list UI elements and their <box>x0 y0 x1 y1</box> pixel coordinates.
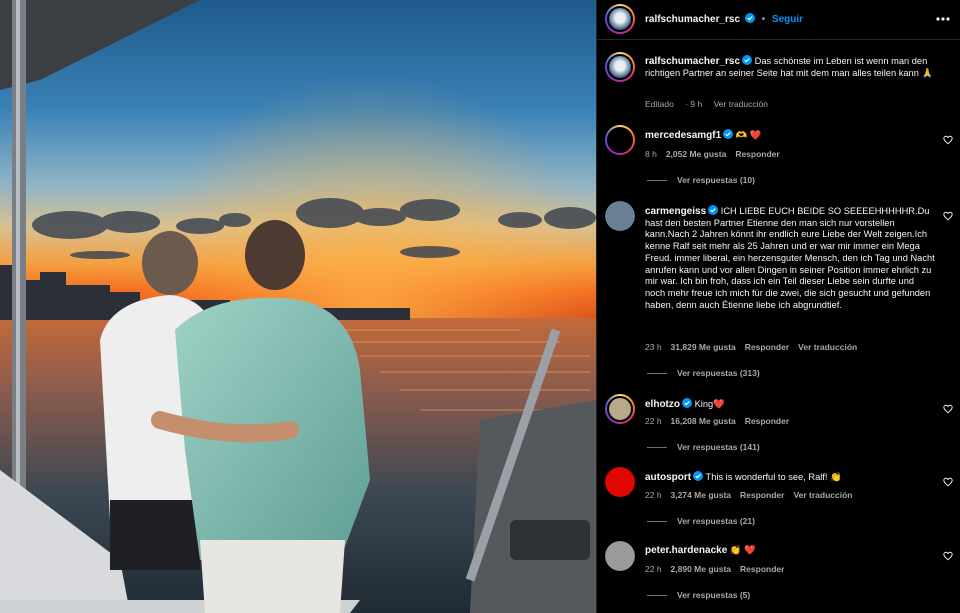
comment-body: 🫶 ❤️ <box>735 130 762 140</box>
reply-button[interactable]: Responder <box>740 490 784 500</box>
caption-avatar[interactable] <box>605 52 635 82</box>
view-replies-label[interactable]: Ver respuestas (5) <box>677 590 750 600</box>
reply-button[interactable]: Responder <box>740 564 784 574</box>
post-photo[interactable] <box>0 0 596 613</box>
verified-badge-icon <box>742 55 753 65</box>
post-header: ralfschumacher_rsc • Seguir <box>597 0 960 40</box>
replies-divider <box>647 595 667 597</box>
translate-link[interactable]: Ver traducción <box>798 342 857 352</box>
comment-body: This is wonderful to see, Ralf! 👏 <box>705 472 842 482</box>
heart-icon[interactable] <box>943 404 953 414</box>
comment-meta: 22 h 3,274 Me gusta Responder Ver traducció… <box>645 490 862 500</box>
caption-time: 9 h <box>690 99 703 109</box>
heart-icon[interactable] <box>943 477 953 487</box>
replies-divider <box>647 521 667 523</box>
caption-meta: Editado · 9 h Ver traducción <box>645 99 768 109</box>
caption-username[interactable]: ralfschumacher_rsc <box>645 56 740 67</box>
comment-time: 22 h <box>645 416 662 426</box>
likes-count[interactable]: 31,829 Me gusta <box>671 342 736 352</box>
comment-time: 22 h <box>645 490 662 500</box>
view-replies-button[interactable]: Ver respuestas (10) <box>647 175 755 185</box>
comment-text: autosport This is wonderful to see, Ralf… <box>645 471 935 484</box>
heart-icon[interactable] <box>943 551 953 561</box>
comment-body: 👏 ❤️ <box>729 545 756 555</box>
likes-count[interactable]: 2,890 Me gusta <box>671 564 731 574</box>
view-replies-label[interactable]: Ver respuestas (21) <box>677 516 755 526</box>
reply-button[interactable]: Responder <box>735 149 779 159</box>
verified-badge-icon <box>744 13 755 23</box>
view-replies-label[interactable]: Ver respuestas (10) <box>677 175 755 185</box>
comment-avatar[interactable] <box>605 467 635 497</box>
comment-username[interactable]: peter.hardenacke <box>645 545 727 556</box>
comment-meta: 23 h 31,829 Me gusta Responder Ver traducci… <box>645 342 866 352</box>
comment-meta: 22 h 16,208 Me gusta Responder <box>645 416 798 426</box>
heart-icon[interactable] <box>943 211 953 221</box>
edited-label: Editado <box>645 99 674 109</box>
comment-text: peter.hardenacke 👏 ❤️ <box>645 545 935 557</box>
comment-time: 23 h <box>645 342 662 352</box>
caption-text: ralfschumacher_rsc Das schönste im Leben… <box>645 55 935 79</box>
verified-badge-icon <box>682 398 692 408</box>
author-avatar[interactable] <box>605 4 635 34</box>
reply-button[interactable]: Responder <box>745 342 789 352</box>
reply-button[interactable]: Responder <box>745 416 789 426</box>
more-options-icon[interactable] <box>933 9 953 29</box>
comment-text: carmengeiss ICH LIEBE EUCH BEIDE SO SEEE… <box>645 205 935 311</box>
comment-body: ICH LIEBE EUCH BEIDE SO SEEEEHHHHHR.Du h… <box>645 206 935 310</box>
comment-avatar[interactable] <box>605 125 635 155</box>
likes-count[interactable]: 3,274 Me gusta <box>671 490 731 500</box>
replies-divider <box>647 373 667 375</box>
view-replies-button[interactable]: Ver respuestas (141) <box>647 442 760 452</box>
comment-avatar[interactable] <box>605 201 635 231</box>
follow-button[interactable]: Seguir <box>772 14 803 25</box>
translate-link[interactable]: Ver traducción <box>714 99 768 109</box>
translate-link[interactable]: Ver traducción <box>793 490 852 500</box>
view-replies-label[interactable]: Ver respuestas (313) <box>677 368 760 378</box>
view-replies-button[interactable]: Ver respuestas (313) <box>647 368 760 378</box>
comment-avatar[interactable] <box>605 394 635 424</box>
verified-badge-icon <box>708 205 719 215</box>
comment-username[interactable]: autosport <box>645 472 691 483</box>
post-side-panel: ralfschumacher_rsc • Seguir ralfschumach… <box>596 0 960 613</box>
replies-divider <box>647 180 667 182</box>
sunset-boat-photo <box>0 0 596 613</box>
comment-username[interactable]: mercedesamgf1 <box>645 130 721 141</box>
dot-separator: • <box>761 14 766 25</box>
comment-username[interactable]: elhotzo <box>645 399 680 410</box>
replies-divider <box>647 447 667 449</box>
verified-badge-icon <box>693 471 704 481</box>
comment-text: mercedesamgf1 🫶 ❤️ <box>645 129 935 142</box>
author-username[interactable]: ralfschumacher_rsc <box>645 14 740 25</box>
comment-meta: 8 h 2,052 Me gusta Responder <box>645 149 789 159</box>
likes-count[interactable]: 16,208 Me gusta <box>671 416 736 426</box>
verified-badge-icon <box>723 129 734 139</box>
view-replies-label[interactable]: Ver respuestas (141) <box>677 442 760 452</box>
view-replies-button[interactable]: Ver respuestas (5) <box>647 590 750 600</box>
comment-time: 22 h <box>645 564 662 574</box>
comment-time: 8 h <box>645 149 657 159</box>
comment-username[interactable]: carmengeiss <box>645 206 706 217</box>
heart-icon[interactable] <box>943 135 953 145</box>
likes-count[interactable]: 2,052 Me gusta <box>666 149 726 159</box>
comment-body: King❤️ <box>694 399 725 409</box>
comment-text: elhotzo King❤️ <box>645 398 935 411</box>
comment-meta: 22 h 2,890 Me gusta Responder <box>645 564 793 574</box>
comment-avatar[interactable] <box>605 541 635 571</box>
view-replies-button[interactable]: Ver respuestas (21) <box>647 516 755 526</box>
